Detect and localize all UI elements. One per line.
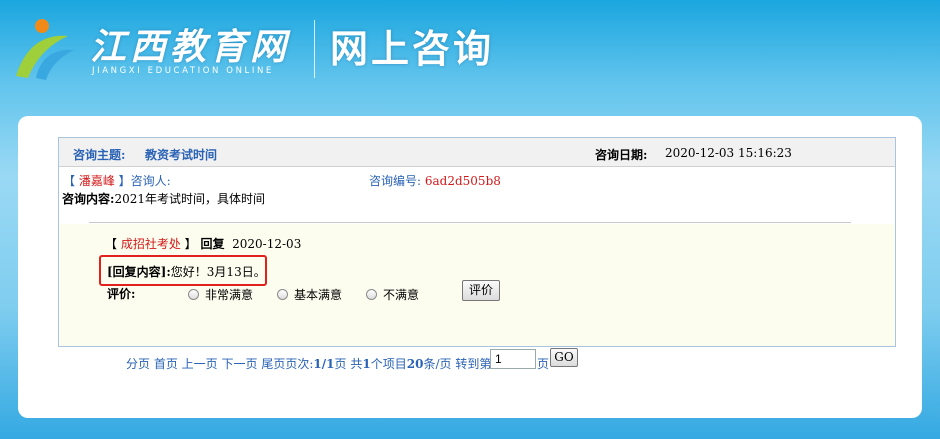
topic-label: 咨询主题: (73, 148, 126, 162)
total-unit: 个项目 (370, 357, 407, 371)
content-label: 咨询内容: (62, 192, 115, 206)
first-page-link[interactable]: 分页 首页 (126, 357, 178, 371)
reply-label: 回复 (200, 237, 225, 251)
option-label: 不满意 (383, 288, 420, 302)
rate-button[interactable]: 评价 (462, 280, 500, 301)
total-prefix: 共 (350, 357, 363, 371)
number-value: 6ad2d505b8 (424, 174, 501, 188)
option-label: 基本满意 (294, 288, 343, 302)
pages-unit: 页 (334, 357, 347, 371)
asker-label: 咨询人: (130, 174, 171, 188)
reply-content-label: [回复内容]: (107, 265, 171, 279)
reply-content-value: 您好！3月13日。 (170, 265, 266, 279)
prev-page-link[interactable]: 上一页 (182, 357, 218, 371)
next-page-link[interactable]: 下一页 (222, 357, 258, 371)
banner: 江西教育网 JIANGXI EDUCATION ONLINE 网上咨询 (0, 0, 940, 115)
reply-header: 【 成招社考处 】 回复 2020-12-03 (105, 235, 301, 252)
jiangxi-logo-icon (16, 19, 74, 80)
divider (89, 222, 851, 223)
reply-section: 【 成招社考处 】 回复 2020-12-03 [回复内容]:您好！3月13日。… (59, 222, 895, 346)
goto-page-input[interactable] (490, 349, 536, 369)
goto-suffix: 页 (537, 357, 550, 371)
reply-department: 成招社考处 (120, 237, 181, 251)
per-page: 20 (406, 357, 424, 371)
reply-content-highlight: [回复内容]:您好！3月13日。 (99, 255, 267, 286)
section-title: 网上咨询 (330, 27, 495, 71)
asker-line: 【 潘嘉峰 】咨询人: (63, 172, 171, 189)
pages-value: 1/1 (313, 357, 335, 371)
consult-header: 咨询主题: 教资考试时间 咨询日期: 2020-12-03 15:16:23 (59, 138, 895, 167)
rating-option-basically-satisfied[interactable]: 基本满意 (277, 286, 342, 303)
option-label: 非常满意 (205, 288, 254, 302)
bracket-left: 【 (105, 237, 121, 251)
per-page-unit: 条/页 (423, 357, 452, 371)
goto-label: 转到第 (455, 357, 492, 371)
pages-label: 页次: (285, 357, 314, 371)
rating-option-unsatisfied[interactable]: 不满意 (366, 286, 419, 303)
last-page-link[interactable]: 尾页 (261, 357, 285, 371)
bracket-right: 】 (114, 174, 131, 188)
banner-divider (314, 20, 315, 78)
number-line: 咨询编号: 6ad2d505b8 (369, 172, 501, 189)
asker-name: 潘嘉峰 (78, 174, 115, 188)
pagination: 分页 首页 上一页 下一页 尾页页次:1/1页 共1个项目20条/页 转到第 (126, 355, 491, 372)
go-button[interactable]: GO (550, 348, 578, 367)
topic-value: 教资考试时间 (145, 148, 218, 162)
logo-english: JIANGXI EDUCATION ONLINE (92, 66, 274, 76)
radio-icon[interactable] (188, 289, 199, 300)
content-value: 2021年考试时间，具体时间 (114, 192, 265, 206)
radio-icon[interactable] (366, 289, 377, 300)
consult-content: 咨询内容:2021年考试时间，具体时间 (62, 190, 265, 207)
consult-box: 咨询主题: 教资考试时间 咨询日期: 2020-12-03 15:16:23 【… (58, 137, 896, 347)
bracket-left: 【 (63, 174, 79, 188)
reply-content: [回复内容]:您好！3月13日。 (107, 263, 266, 280)
date-label: 咨询日期: (595, 148, 648, 162)
number-label: 咨询编号: (369, 174, 422, 188)
reply-date: 2020-12-03 (232, 237, 302, 251)
date-value: 2020-12-03 15:16:23 (665, 146, 792, 160)
rating-label: 评价: (107, 287, 136, 301)
logo-chinese: 江西教育网 (90, 26, 291, 68)
rating-option-very-satisfied[interactable]: 非常满意 (188, 286, 253, 303)
total-count: 1 (362, 357, 371, 371)
bracket-right: 】 (180, 237, 201, 251)
radio-icon[interactable] (277, 289, 288, 300)
